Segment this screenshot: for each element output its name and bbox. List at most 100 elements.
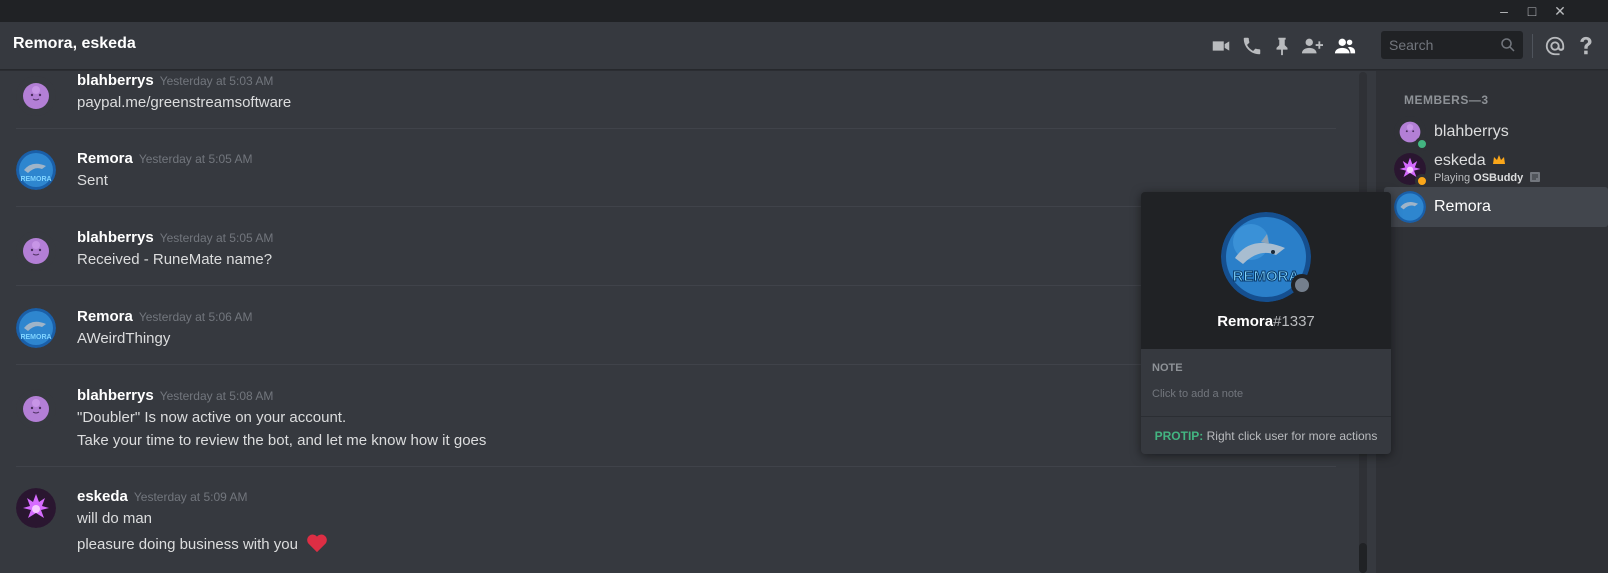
- message-divider: [16, 364, 1336, 365]
- help-button[interactable]: [1574, 34, 1598, 58]
- message-divider: [16, 128, 1336, 129]
- avatar: [1394, 153, 1429, 188]
- message-text: pleasure doing business with you: [77, 533, 328, 553]
- popout-avatar[interactable]: REMORA: [1221, 212, 1313, 302]
- message-author[interactable]: Remora Yesterday at 5:05 AM: [77, 150, 253, 167]
- search-button[interactable]: [1499, 36, 1517, 54]
- message-text: Take your time to review the bot, and le…: [77, 432, 487, 449]
- avatar[interactable]: [16, 231, 56, 271]
- message-group: REMORA Remora Yesterday at 5:06 AM AWeird…: [16, 308, 1336, 358]
- pin-icon: [1276, 37, 1288, 56]
- message-text: Received - RuneMate name?: [77, 251, 273, 268]
- note-input[interactable]: [1152, 384, 1380, 404]
- message-text: paypal.me/greenstreamsoftware: [77, 94, 292, 111]
- member-list-button[interactable]: [1333, 34, 1357, 58]
- blahberrys-avatar-icon: [16, 231, 56, 271]
- message-group: REMORA Remora Yesterday at 5:05 AM Sent: [16, 150, 1336, 200]
- avatar[interactable]: REMORA: [16, 308, 56, 348]
- note-label: NOTE: [1152, 362, 1183, 374]
- mentions-button[interactable]: [1543, 34, 1567, 58]
- voice-call-icon: [1243, 37, 1261, 55]
- maximize-icon: □: [1527, 3, 1537, 19]
- avatar: [1394, 191, 1426, 223]
- channel-header: Remora, eskeda: [0, 22, 1608, 70]
- add-friend-icon: [1301, 38, 1323, 54]
- video-call-button[interactable]: [1209, 34, 1233, 58]
- blahberrys-avatar-icon: [16, 389, 56, 429]
- protip: PROTIP: Right click user for more action…: [1141, 416, 1391, 454]
- member-list: MEMBERS—3 blahberrys eskeda Playing OSBu…: [1376, 71, 1608, 573]
- message-divider: [16, 285, 1336, 286]
- remora-avatar-icon: [1394, 191, 1426, 223]
- heart-emoji-icon: [307, 534, 327, 553]
- popout-username: Remora#1337: [1217, 313, 1315, 330]
- message-timestamp: Yesterday at 5:05 AM: [138, 152, 253, 166]
- message-divider: [16, 206, 1336, 207]
- popout-header: REMORA Remora#1337: [1141, 192, 1391, 349]
- member-item-blahberrys[interactable]: blahberrys: [1384, 112, 1608, 152]
- message-timestamp: Yesterday at 5:06 AM: [138, 310, 253, 324]
- message-author[interactable]: blahberrys Yesterday at 5:05 AM: [77, 229, 273, 246]
- close-button[interactable]: ✕: [1546, 0, 1574, 22]
- minimize-button[interactable]: –: [1490, 0, 1518, 22]
- members-header: MEMBERS—3: [1404, 93, 1489, 107]
- search-icon: [1501, 38, 1515, 52]
- pinned-messages-button[interactable]: [1270, 34, 1294, 58]
- message-author[interactable]: blahberrys Yesterday at 5:03 AM: [77, 72, 273, 89]
- message-author[interactable]: eskeda Yesterday at 5:09 AM: [77, 488, 248, 505]
- crown-icon: [1493, 155, 1506, 164]
- close-icon: ✕: [1554, 2, 1566, 19]
- search-box[interactable]: [1381, 31, 1523, 59]
- video-call-icon: [1212, 41, 1230, 51]
- avatar[interactable]: REMORA: [16, 150, 56, 190]
- member-list-icon: [1334, 38, 1356, 54]
- channel-title: Remora, eskeda: [13, 35, 136, 52]
- message-author[interactable]: Remora Yesterday at 5:06 AM: [77, 308, 253, 325]
- avatar: [1394, 116, 1429, 151]
- message-group: blahberrys Yesterday at 5:03 AM paypal.me…: [16, 72, 1336, 122]
- help-icon: [1580, 36, 1592, 55]
- message-group: blahberrys Yesterday at 5:05 AM Received …: [16, 229, 1336, 279]
- offline-status-icon: [1291, 274, 1313, 296]
- voice-call-button[interactable]: [1240, 34, 1264, 58]
- eskeda-avatar-icon: [16, 488, 56, 528]
- message-timestamp: Yesterday at 5:09 AM: [133, 490, 248, 504]
- message-text: AWeirdThingy: [77, 330, 171, 347]
- message-author[interactable]: blahberrys Yesterday at 5:08 AM: [77, 387, 273, 404]
- message-text: Sent: [77, 172, 108, 189]
- avatar[interactable]: [16, 389, 56, 429]
- message-text: "Doubler" Is now active on your account.: [77, 409, 347, 426]
- avatar[interactable]: [16, 76, 56, 116]
- message-timestamp: Yesterday at 5:05 AM: [159, 231, 274, 245]
- header-divider: [1532, 34, 1533, 58]
- blahberrys-avatar-icon: [16, 76, 56, 116]
- member-item-eskeda[interactable]: eskeda Playing OSBuddy: [1384, 149, 1608, 189]
- message-group: blahberrys Yesterday at 5:08 AM "Doubler"…: [16, 387, 1336, 459]
- minimize-icon: –: [1500, 3, 1508, 19]
- message-scrollbar-thumb[interactable]: [1359, 543, 1367, 573]
- member-name: Remora: [1434, 198, 1491, 215]
- rich-presence-icon[interactable]: [1530, 172, 1541, 182]
- message-timestamp: Yesterday at 5:08 AM: [159, 389, 274, 403]
- member-activity: Playing OSBuddy: [1434, 172, 1541, 184]
- member-item-remora[interactable]: Remora: [1384, 187, 1608, 227]
- member-name: blahberrys: [1434, 123, 1509, 140]
- message-group: eskeda Yesterday at 5:09 AM will do man p…: [16, 488, 1336, 568]
- avatar[interactable]: [16, 488, 56, 528]
- member-name: eskeda: [1434, 152, 1506, 170]
- mention-icon: [1545, 36, 1565, 56]
- add-friend-button[interactable]: [1300, 34, 1324, 58]
- search-input[interactable]: [1381, 31, 1491, 59]
- remora-avatar-icon: REMORA: [16, 308, 56, 348]
- message-timestamp: Yesterday at 5:03 AM: [159, 74, 274, 88]
- user-popout: REMORA Remora#1337 NOTE PROTIP: Right cl…: [1141, 192, 1391, 454]
- idle-status-icon: [1415, 174, 1429, 188]
- svg-text:REMORA: REMORA: [20, 334, 51, 341]
- svg-text:REMORA: REMORA: [20, 176, 51, 183]
- window-titlebar: – □ ✕: [0, 0, 1608, 22]
- remora-avatar-icon: REMORA: [16, 150, 56, 190]
- message-text: will do man: [77, 510, 153, 527]
- message-divider: [16, 466, 1336, 467]
- avatar-logo-text: REMORA: [1233, 268, 1300, 285]
- maximize-button[interactable]: □: [1518, 0, 1546, 22]
